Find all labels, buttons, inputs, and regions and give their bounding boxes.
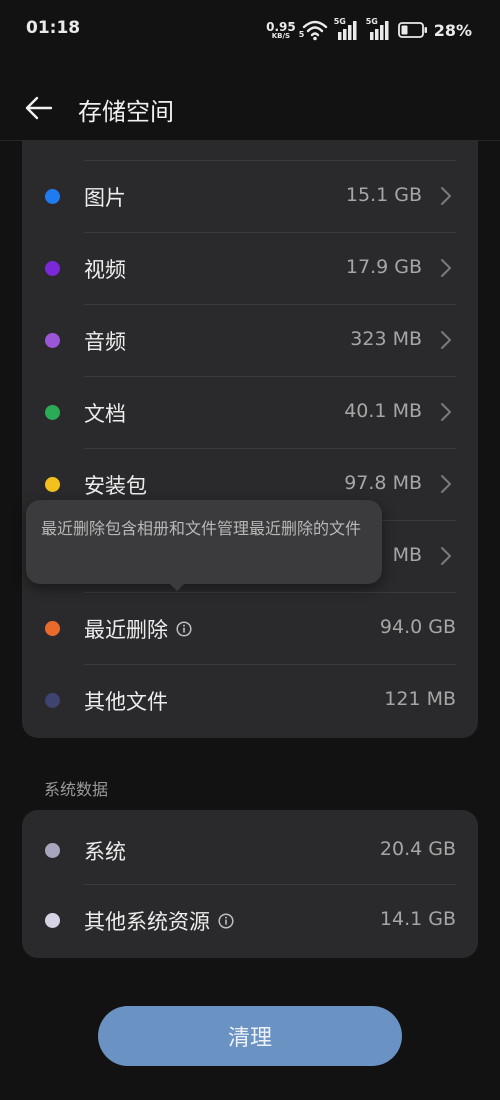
wifi-icon: 5 [298, 19, 328, 41]
back-arrow-icon [25, 96, 53, 120]
category-label: 其他文件 [84, 690, 168, 714]
category-size: 323 MB [350, 328, 422, 350]
storage-row-recently-deleted[interactable]: 最近删除 94.0 GB [22, 592, 478, 664]
category-color-dot [45, 913, 60, 928]
category-label: 图片 [84, 186, 126, 210]
back-button[interactable] [24, 94, 54, 122]
category-color-dot [45, 261, 60, 276]
category-label: 最近删除 [84, 614, 192, 644]
category-color-dot [45, 189, 60, 204]
row-separator [84, 664, 456, 665]
category-color-dot [45, 405, 60, 420]
page-title: 存储空间 [78, 98, 174, 126]
category-size: 121 MB [384, 688, 456, 710]
status-time: 01:18 [26, 18, 81, 38]
chevron-right-icon [441, 475, 451, 493]
category-label: 系统 [84, 840, 126, 864]
category-color-dot [45, 477, 60, 492]
category-label-text: 最近删除 [84, 618, 168, 642]
media-storage-card: 图片 15.1 GB 视频 17.9 GB 音频 323 MB 文档 40.1 … [22, 140, 478, 738]
row-separator [84, 232, 456, 233]
category-color-dot [45, 333, 60, 348]
chevron-right-icon [441, 259, 451, 277]
category-color-dot [45, 621, 60, 636]
category-label: 其他系统资源 [84, 906, 234, 936]
storage-row-other-system-resources[interactable]: 其他系统资源 14.1 GB [22, 884, 478, 956]
chevron-right-icon [441, 331, 451, 349]
category-size: 94.0 GB [379, 616, 456, 638]
section-title-system-data: 系统数据 [44, 780, 109, 799]
category-size: MB [392, 544, 422, 566]
storage-row-documents[interactable]: 文档 40.1 MB [22, 376, 478, 448]
row-separator [84, 448, 456, 449]
category-color-dot [45, 843, 60, 858]
category-size: 40.1 MB [344, 400, 422, 422]
category-label: 音频 [84, 330, 126, 354]
storage-row-other-files[interactable]: 其他文件 121 MB [22, 664, 478, 736]
category-label: 安装包 [84, 474, 147, 498]
battery-percent: 28% [433, 20, 472, 40]
info-icon[interactable] [176, 621, 192, 637]
category-size: 14.1 GB [379, 908, 456, 930]
row-separator [84, 592, 456, 593]
wifi-badge: 5 [298, 30, 305, 39]
category-size: 20.4 GB [379, 838, 456, 860]
category-label-text: 其他系统资源 [84, 910, 210, 934]
status-bar: 01:18 0.95 KB/S 5 5G 5G 28% [0, 0, 500, 60]
battery-icon [397, 22, 428, 38]
category-color-dot [45, 693, 60, 708]
network-speed-value: 0.95 [266, 19, 296, 34]
row-separator [84, 304, 456, 305]
tooltip-arrow [168, 582, 186, 591]
storage-row-system[interactable]: 系统 20.4 GB [22, 814, 478, 886]
storage-row-videos[interactable]: 视频 17.9 GB [22, 232, 478, 304]
category-size: 15.1 GB [345, 184, 422, 206]
row-separator [84, 884, 456, 885]
category-size: 17.9 GB [345, 256, 422, 278]
category-size: 97.8 MB [344, 472, 422, 494]
tooltip-text: 最近删除包含相册和文件管理最近删除的文件 [41, 519, 362, 538]
chevron-right-icon [441, 547, 451, 565]
info-icon[interactable] [218, 913, 234, 929]
status-icons: 0.95 KB/S 5 5G 5G 28% [266, 17, 472, 43]
storage-row-audio[interactable]: 音频 323 MB [22, 304, 478, 376]
network-speed: 0.95 KB/S [266, 21, 296, 40]
category-label: 文档 [84, 402, 126, 426]
signal-icon-sim2: 5G [366, 17, 392, 41]
chevron-right-icon [441, 187, 451, 205]
signal-icon-sim1: 5G [334, 17, 360, 41]
category-label: 视频 [84, 258, 126, 282]
row-separator [84, 376, 456, 377]
network-speed-unit: KB/S [271, 31, 291, 40]
clean-button[interactable]: 清理 [98, 1006, 402, 1066]
chevron-right-icon [441, 403, 451, 421]
recently-deleted-tooltip: 最近删除包含相册和文件管理最近删除的文件 [26, 500, 382, 584]
app-header: 存储空间 [0, 76, 500, 140]
system-storage-card: 系统 20.4 GB 其他系统资源 14.1 GB [22, 810, 478, 958]
storage-row-images[interactable]: 图片 15.1 GB [22, 160, 478, 232]
